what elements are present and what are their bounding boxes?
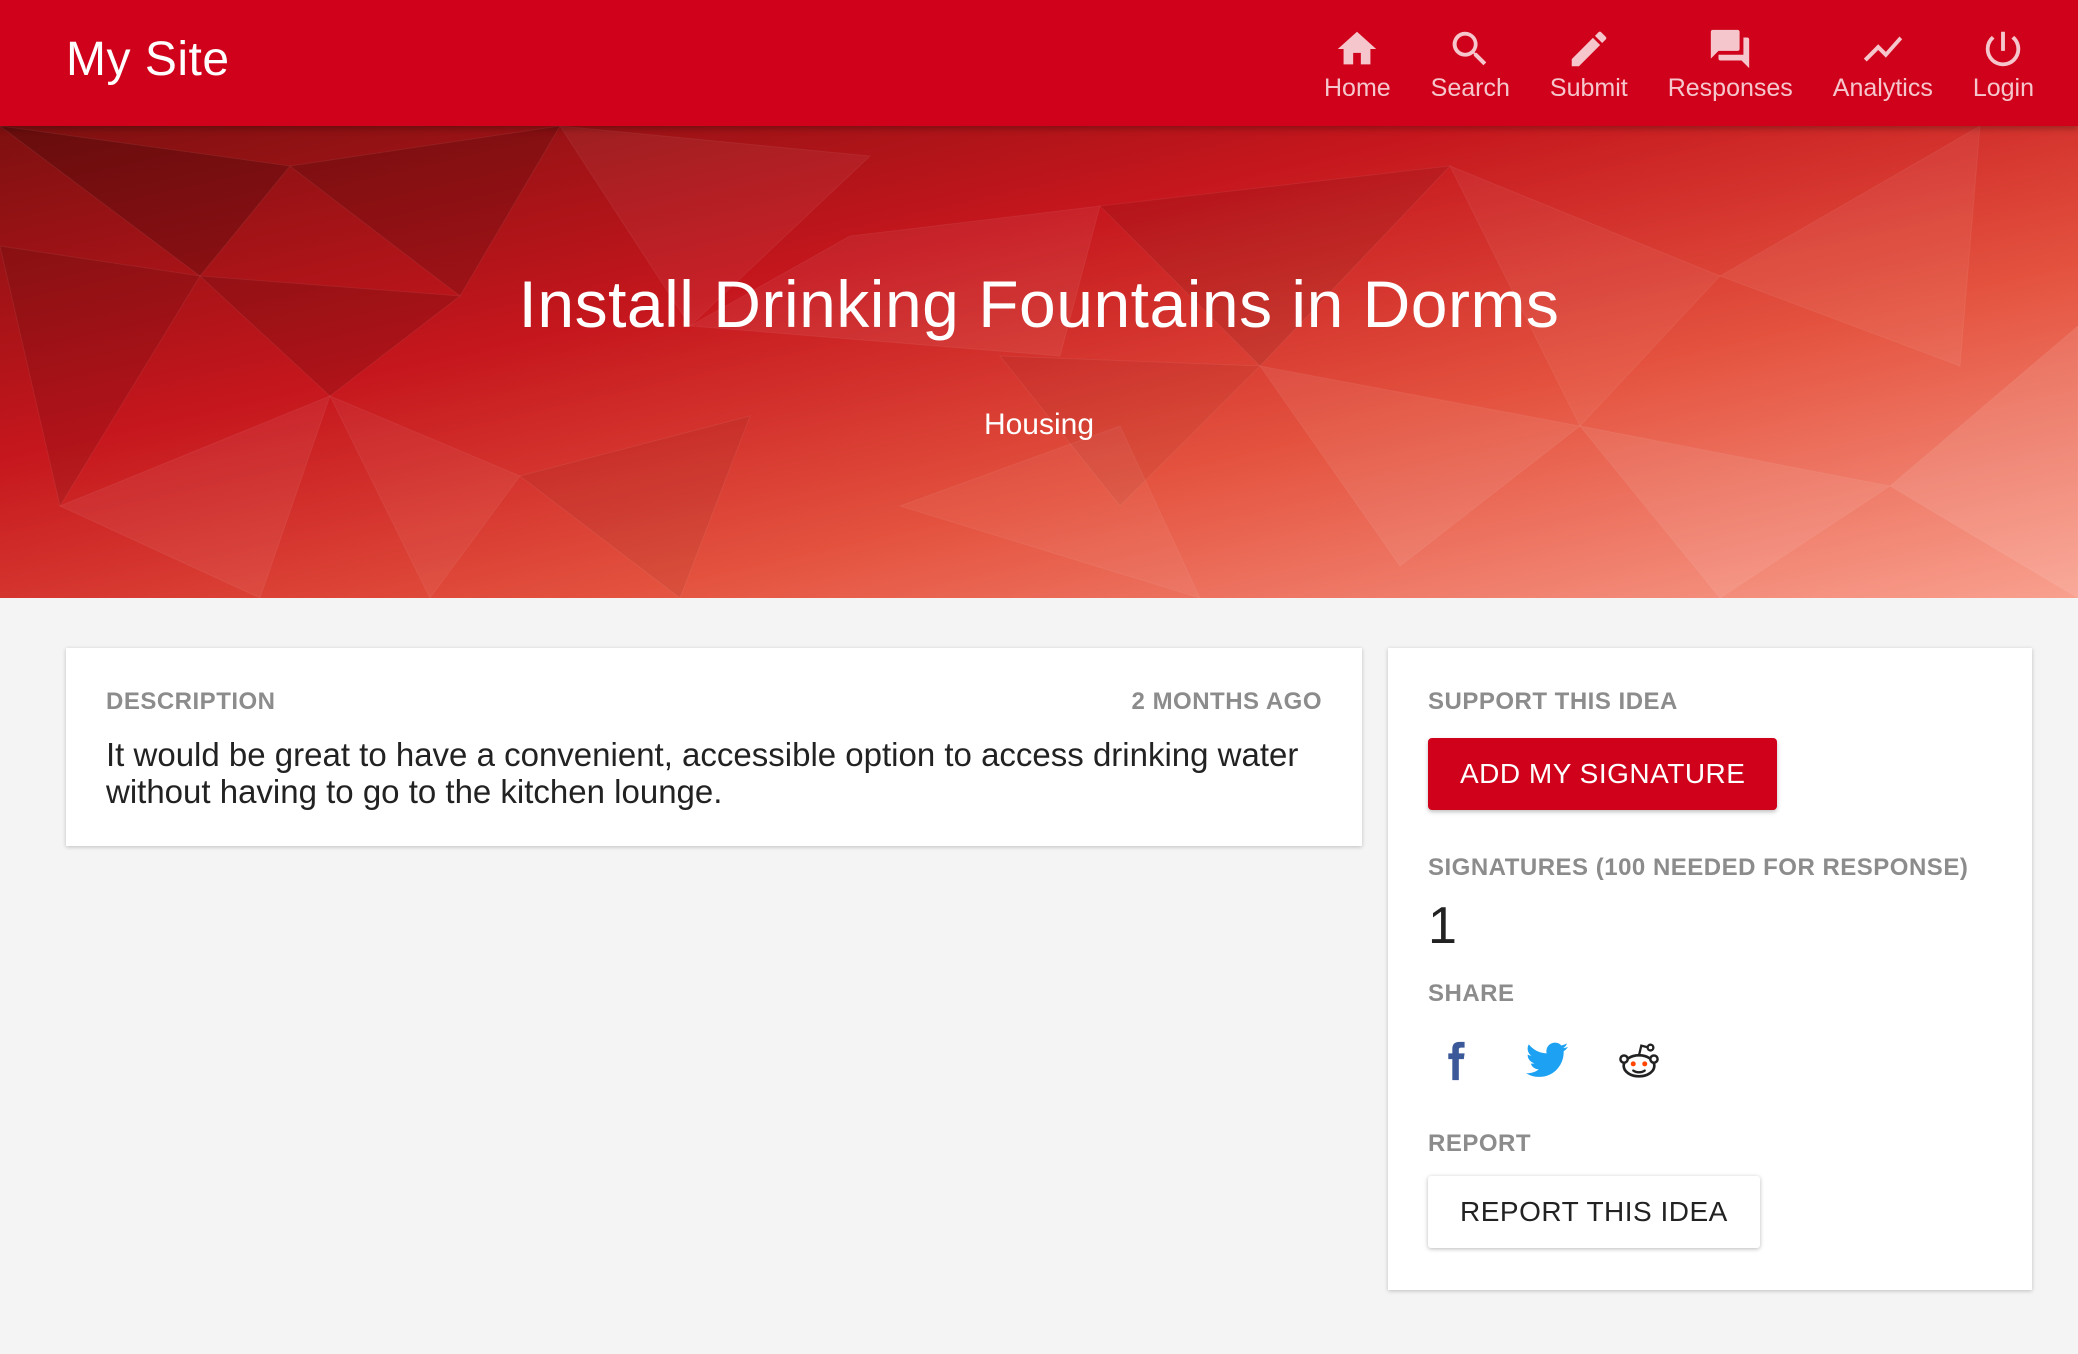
signature-count: 1 (1428, 897, 1457, 955)
support-label: SUPPORT THIS IDEA (1428, 688, 1678, 715)
nav-submit[interactable]: Submit (1550, 26, 1628, 103)
description-card: DESCRIPTION 2 MONTHS AGO It would be gre… (66, 648, 1362, 846)
twitter-icon[interactable] (1524, 1038, 1570, 1084)
top-app-bar: My Site Home Search Submit Responses Ana… (0, 0, 2078, 126)
nav-search[interactable]: Search (1431, 26, 1510, 103)
posted-timestamp: 2 MONTHS AGO (1131, 688, 1322, 715)
nav-analytics-label: Analytics (1832, 74, 1933, 102)
search-icon (1452, 31, 1487, 66)
pencil-icon (1571, 31, 1607, 67)
nav-responses[interactable]: Responses (1668, 26, 1793, 103)
report-idea-button[interactable]: REPORT THIS IDEA (1428, 1176, 1760, 1248)
chat-bubbles-icon (1711, 29, 1750, 69)
idea-category: Housing (983, 408, 1095, 441)
nav-home[interactable]: Home (1324, 26, 1391, 103)
reddit-icon[interactable] (1616, 1038, 1662, 1084)
facebook-icon[interactable] (1432, 1038, 1478, 1084)
support-card: SUPPORT THIS IDEA ADD MY SIGNATURE SIGNA… (1388, 648, 2032, 1290)
site-brand-link[interactable]: My Site (66, 32, 230, 87)
nav-responses-label: Responses (1667, 74, 1793, 102)
description-header: DESCRIPTION 2 MONTHS AGO (106, 688, 1322, 716)
nav-home-label: Home (1323, 74, 1391, 102)
report-label: REPORT (1428, 1130, 1532, 1157)
idea-title: Install Drinking Fountains in Dorms (518, 267, 1560, 341)
nav-search-label: Search (1430, 74, 1510, 102)
share-label: SHARE (1428, 980, 1515, 1007)
nav-submit-label: Submit (1549, 74, 1628, 102)
trend-line-icon (1863, 36, 1902, 62)
signatures-label: SIGNATURES (100 NEEDED FOR RESPONSE) (1428, 854, 1969, 881)
main-nav: Home Search Submit Responses Analytics L… (1284, 26, 2034, 103)
nav-login-label: Login (1972, 74, 2034, 102)
add-signature-button[interactable]: ADD MY SIGNATURE (1428, 738, 1778, 810)
home-icon (1338, 31, 1377, 65)
low-poly-background (0, 126, 2078, 598)
description-label: DESCRIPTION (106, 688, 276, 715)
share-buttons (1428, 1038, 1992, 1084)
nav-analytics[interactable]: Analytics (1833, 26, 1933, 103)
hero-banner: Install Drinking Fountains in Dorms Hous… (0, 126, 2078, 598)
description-text: It would be great to have a convenient, … (106, 736, 1299, 810)
power-icon (1986, 31, 2021, 67)
support-card-content: SUPPORT THIS IDEA ADD MY SIGNATURE SIGNA… (1428, 688, 1992, 1248)
nav-login[interactable]: Login (1973, 26, 2034, 103)
